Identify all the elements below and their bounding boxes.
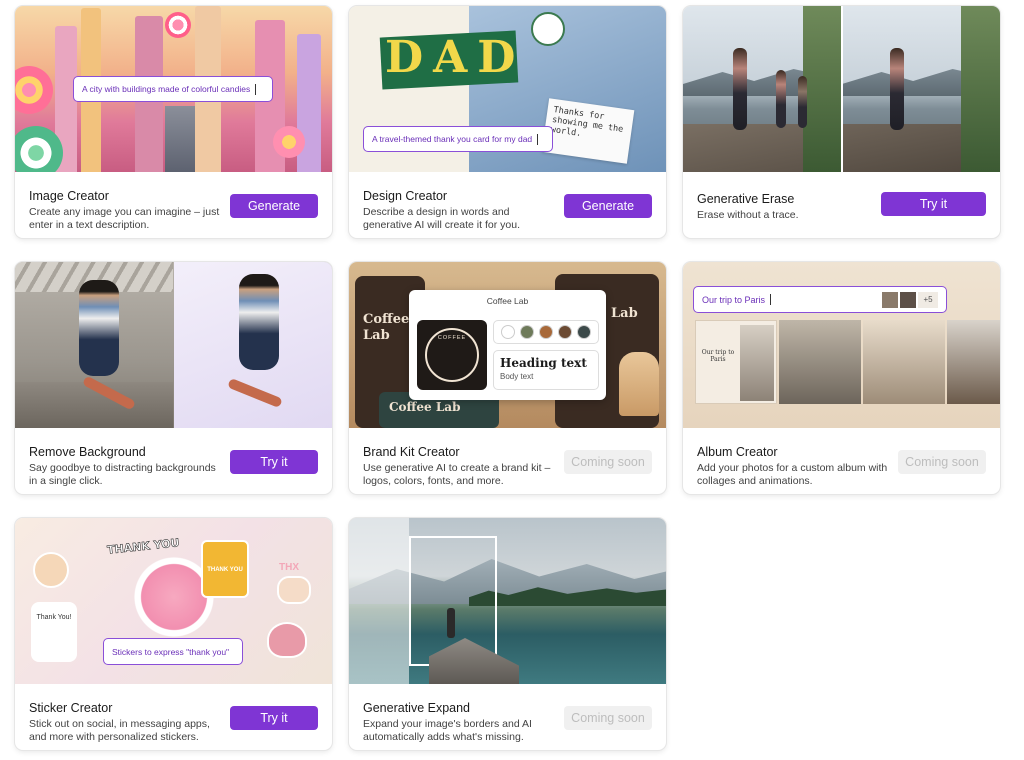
sticker: [267, 622, 307, 658]
card-description: Describe a design in words and generativ…: [363, 206, 520, 231]
card-info: Design Creator Describe a design in word…: [349, 172, 666, 238]
card-generative-expand[interactable]: Generative Expand Expand your image's bo…: [349, 518, 666, 750]
generative-expand-preview: [349, 518, 666, 684]
skater-figure: [239, 274, 279, 370]
body-sample: Body text: [500, 372, 534, 381]
panel-title: Coffee Lab: [486, 296, 529, 306]
card-description: Stick out on social, in messaging apps, …: [29, 718, 210, 743]
card-info: Album Creator Add your photos for a cust…: [683, 428, 1000, 494]
person-figure: [890, 48, 904, 130]
photo-thumb: [882, 291, 898, 308]
coming-soon-badge: Coming soon: [564, 450, 652, 474]
prompt-text: A travel-themed thank you card for my da…: [372, 134, 533, 144]
design-creator-preview: DAD Thanks for showing me the world. A t…: [349, 6, 666, 172]
hiker-figure: [447, 608, 455, 638]
design-art-word: DAD: [385, 32, 526, 83]
album-photo: [779, 320, 861, 404]
card-album-creator[interactable]: Our trip to Paris +5 Our trip to Paris A…: [683, 262, 1000, 494]
generative-erase-preview: [683, 6, 1000, 172]
color-swatch: [519, 325, 534, 339]
design-creator-prompt: A travel-themed thank you card for my da…: [363, 126, 553, 152]
color-swatch: [558, 325, 573, 339]
color-swatch: [577, 325, 592, 339]
heading-sample: Heading text: [500, 356, 587, 370]
sticker: Thank You!: [31, 602, 77, 662]
card-info: Remove Background Say goodbye to distrac…: [15, 428, 332, 494]
card-info: Image Creator Create any image you can i…: [15, 172, 332, 238]
remove-background-preview: [15, 262, 332, 428]
prompt-text: A city with buildings made of colorful c…: [82, 84, 251, 94]
card-remove-background[interactable]: Remove Background Say goodbye to distrac…: [15, 262, 332, 494]
sticker-text: THX: [279, 562, 299, 573]
font-sample: Heading text Body text: [493, 350, 599, 390]
album-caption: Our trip to Paris: [701, 349, 735, 363]
dog-photo: [619, 352, 659, 416]
try-it-button[interactable]: Try it: [230, 450, 318, 474]
sticker: THANK YOU: [201, 540, 249, 598]
card-image-creator[interactable]: A city with buildings made of colorful c…: [15, 6, 332, 238]
image-creator-prompt: A city with buildings made of colorful c…: [73, 76, 273, 102]
coming-soon-badge: Coming soon: [564, 706, 652, 730]
sticker-text: Thank You!: [36, 614, 72, 621]
text-caret: [770, 294, 772, 305]
card-description: Use generative AI to create a brand kit …: [363, 462, 551, 487]
prompt-text: Stickers to express "thank you": [112, 646, 230, 657]
try-it-button[interactable]: Try it: [230, 706, 318, 730]
try-it-button[interactable]: Try it: [881, 192, 986, 216]
album-page: Our trip to Paris: [695, 320, 777, 404]
text-caret: [537, 133, 539, 145]
card-description: Say goodbye to distracting backgrounds i…: [29, 462, 216, 487]
sticker-text: THANK YOU: [207, 567, 243, 573]
generate-button[interactable]: Generate: [564, 194, 652, 218]
generate-button[interactable]: Generate: [230, 194, 318, 218]
skater-figure: [79, 280, 119, 376]
bg-brand-text: Lab: [611, 306, 638, 321]
card-brand-kit-creator[interactable]: Coffee Lab Coffee Lab Lab Coffee Lab COF…: [349, 262, 666, 494]
color-swatch: [538, 325, 553, 339]
person-figure: [776, 70, 786, 128]
color-swatch: [500, 325, 515, 339]
card-generative-erase[interactable]: Generative Erase Erase without a trace. …: [683, 6, 1000, 238]
card-info: Sticker Creator Stick out on social, in …: [15, 684, 332, 750]
color-palette: [493, 320, 599, 344]
card-description: Erase without a trace.: [697, 209, 799, 221]
album-photo: [863, 320, 945, 404]
album-creator-prompt: Our trip to Paris +5: [693, 286, 947, 313]
card-design-creator[interactable]: DAD Thanks for showing me the world. A t…: [349, 6, 666, 238]
card-info: Generative Erase Erase without a trace. …: [683, 172, 1000, 238]
card-description: Create any image you can imagine – just …: [29, 206, 220, 231]
album-creator-preview: Our trip to Paris +5 Our trip to Paris: [683, 262, 1000, 428]
album-photo: [947, 320, 1000, 404]
brand-kit-panel: Coffee Lab COFFEE Heading text Body text: [409, 290, 606, 400]
card-info: Generative Expand Expand your image's bo…: [349, 684, 666, 750]
sticker-creator-preview: Thank You! THANK YOU THANK YOU THX Stick…: [15, 518, 332, 684]
coming-soon-badge: Coming soon: [898, 450, 986, 474]
brand-kit-preview: Coffee Lab Coffee Lab Lab Coffee Lab COF…: [349, 262, 666, 428]
card-sticker-creator[interactable]: Thank You! THANK YOU THANK YOU THX Stick…: [15, 518, 332, 750]
text-caret: [255, 83, 257, 95]
photo-count: +5: [918, 291, 938, 308]
sticker: [33, 552, 69, 588]
sticker: [277, 576, 311, 604]
prompt-text: Our trip to Paris: [702, 294, 766, 305]
note-text: Thanks for showing me the world.: [550, 105, 624, 140]
card-info: Brand Kit Creator Use generative AI to c…: [349, 428, 666, 494]
card-description: Expand your image's borders and AI autom…: [363, 718, 532, 743]
card-description: Add your photos for a custom album with …: [697, 462, 888, 487]
sticker-creator-prompt: Stickers to express "thank you": [103, 638, 243, 665]
brand-logo: COFFEE: [417, 320, 487, 390]
photo-thumb: [900, 291, 916, 308]
stamp-icon: [531, 12, 565, 46]
person-figure: [733, 48, 747, 130]
person-figure: [798, 76, 807, 128]
logo-text: COFFEE: [437, 335, 467, 341]
bg-brand-text: Coffee Lab: [389, 400, 461, 414]
image-creator-preview: A city with buildings made of colorful c…: [15, 6, 332, 172]
